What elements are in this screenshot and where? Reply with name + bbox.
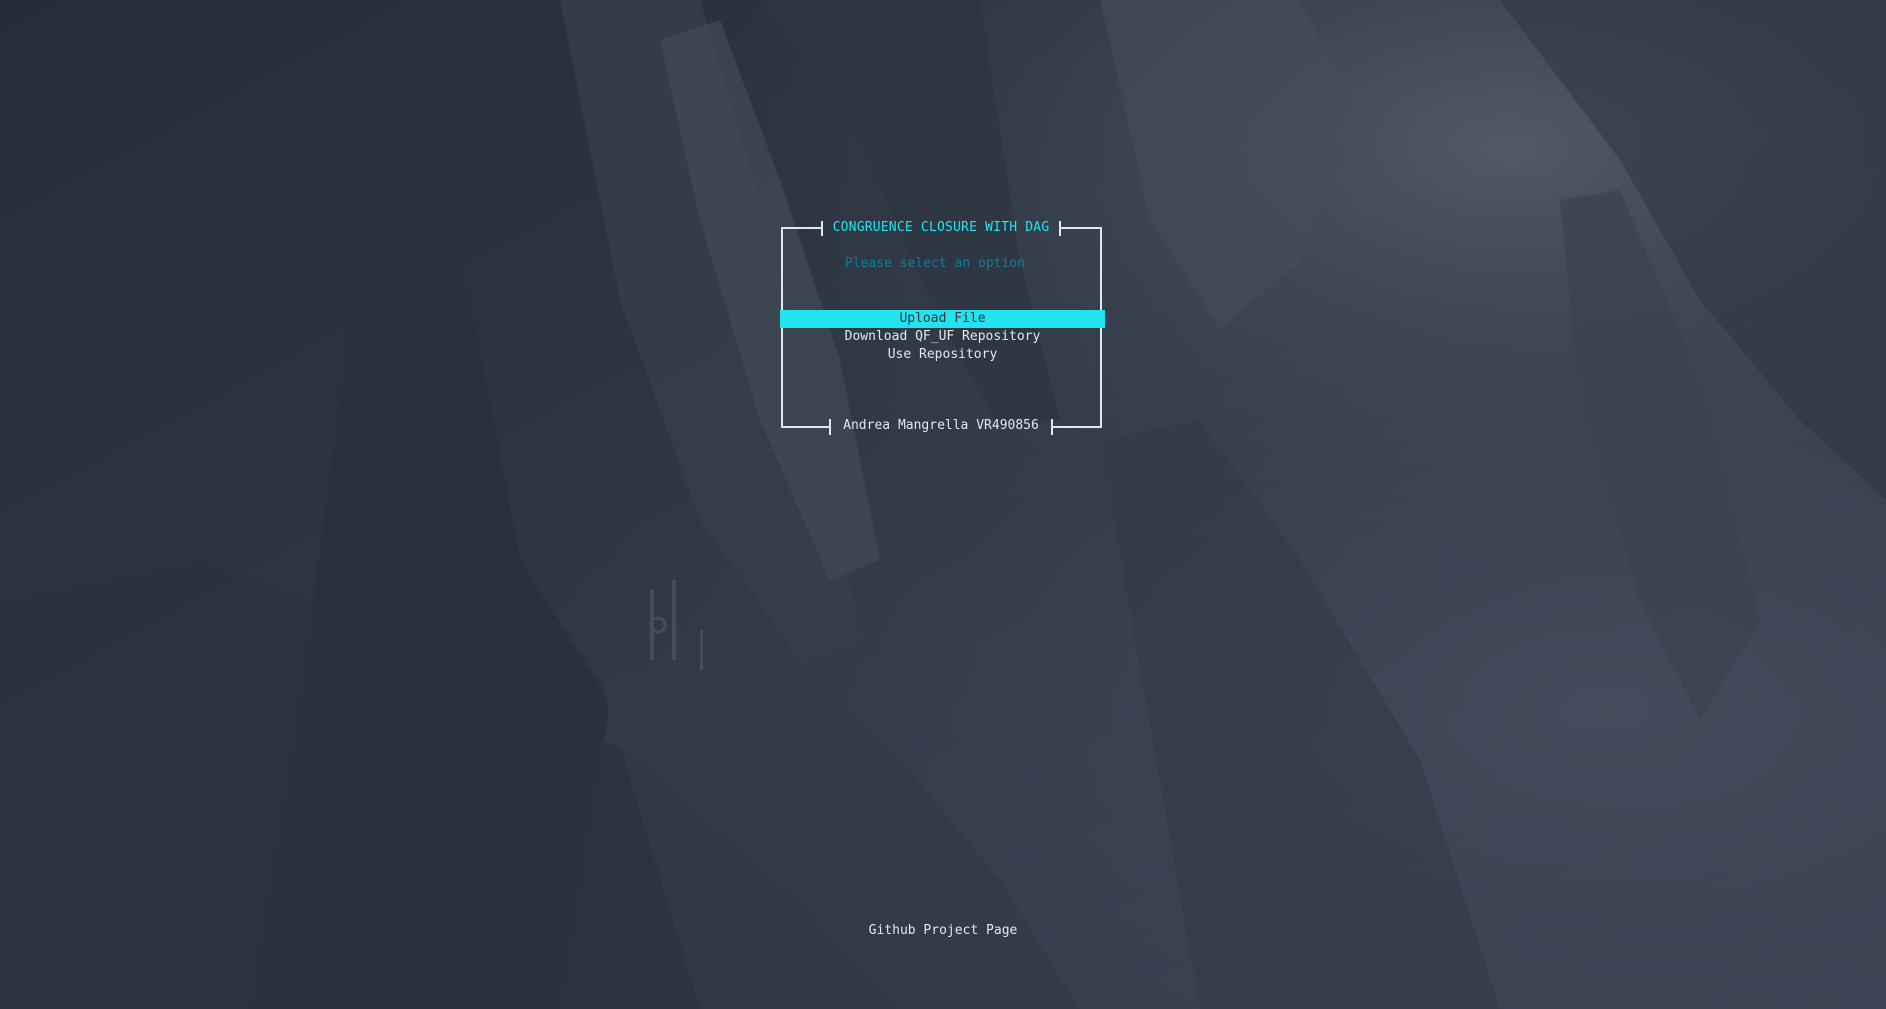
menu-item-use-repository[interactable]: Use Repository <box>780 346 1105 364</box>
menu-item-download-repository[interactable]: Download QF_UF Repository <box>780 328 1105 346</box>
github-project-link[interactable]: Github Project Page <box>843 922 1043 940</box>
app-title: CONGRUENCE CLOSURE WITH DAG <box>832 220 1050 235</box>
menu-box-border <box>781 221 1102 435</box>
author-credit: Andrea Mangrella VR490856 <box>843 418 1039 433</box>
select-prompt: Please select an option <box>844 256 1025 271</box>
menu-item-upload-file[interactable]: Upload File <box>780 310 1105 328</box>
